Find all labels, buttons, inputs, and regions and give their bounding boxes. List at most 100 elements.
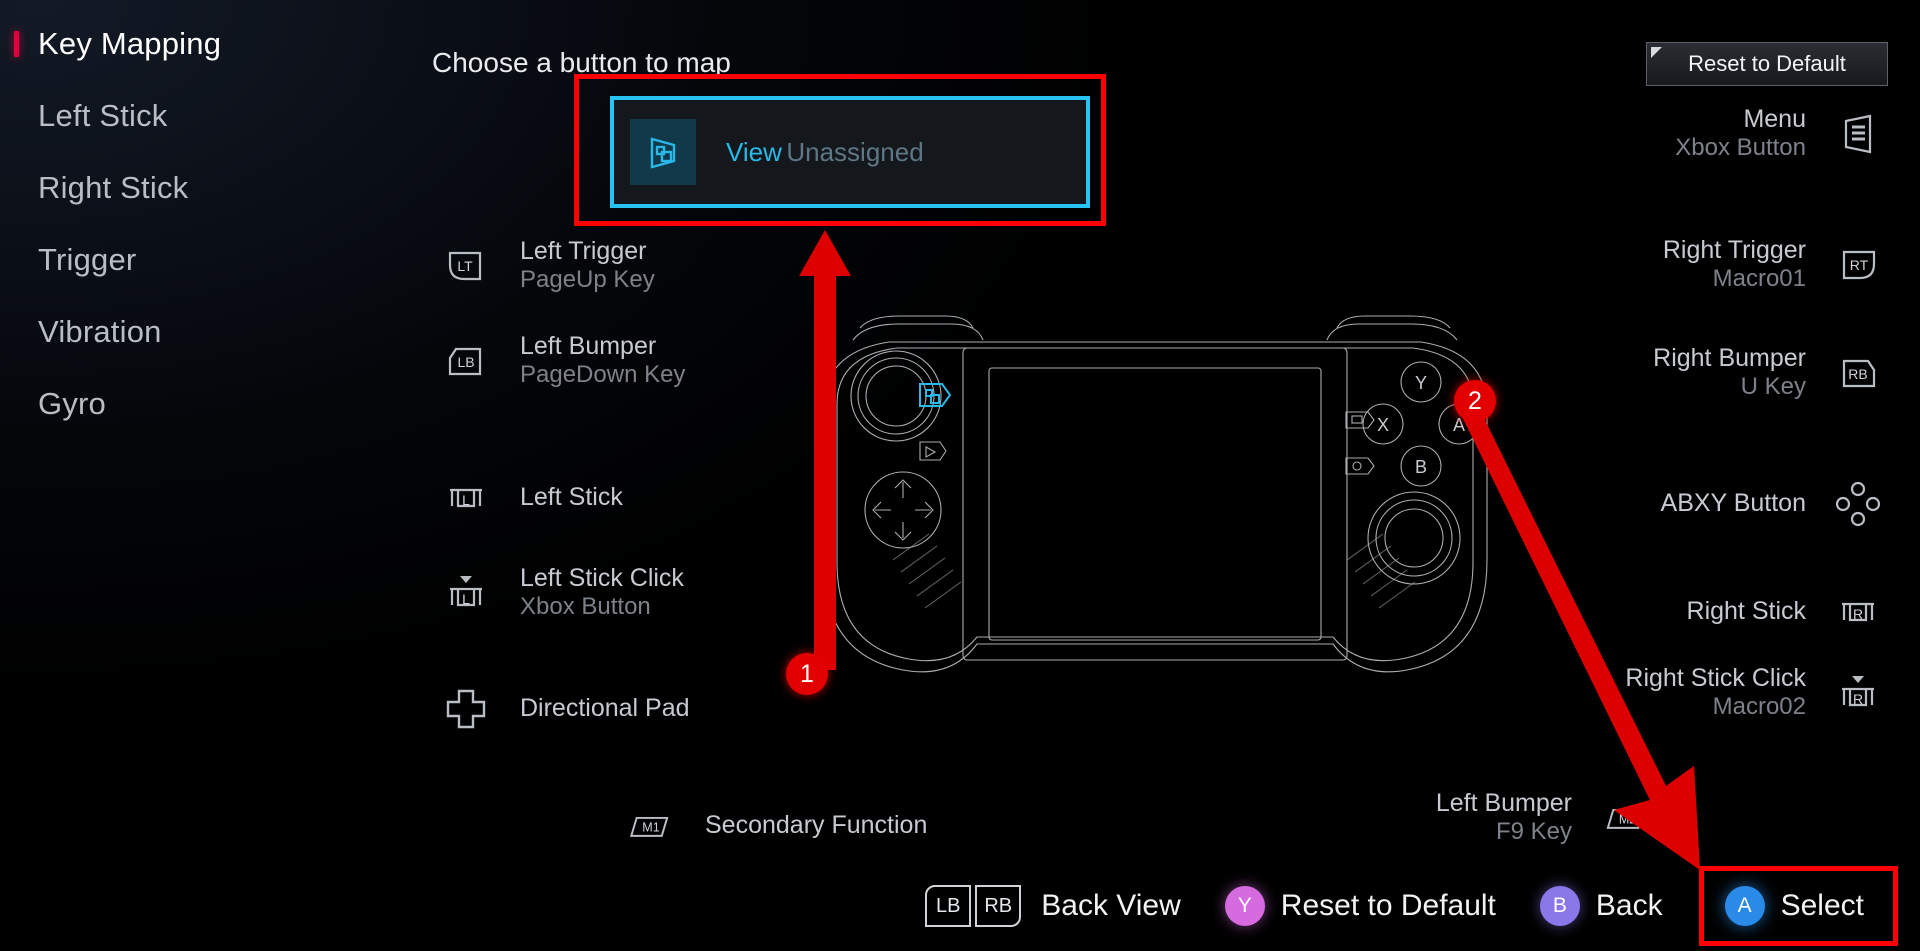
map-row-subtitle: Macro01 (1712, 264, 1806, 292)
selected-card-title: View (726, 136, 782, 167)
map-row-title: Right Trigger (1662, 236, 1806, 264)
svg-text:R: R (1853, 691, 1863, 707)
svg-text:RB: RB (1848, 366, 1867, 382)
map-row-right-bumper[interactable]: Right Bumper U Key RB (1653, 344, 1884, 401)
map-row-secondary-function[interactable]: M1 Secondary Function (625, 800, 927, 852)
map-row-abxy-button[interactable]: ABXY Button (1661, 478, 1884, 530)
back-view-label: Back View (1041, 889, 1181, 922)
map-row-title: Left Stick (520, 483, 623, 512)
lt-trigger-icon: LT (440, 240, 492, 292)
map-row-title: ABXY Button (1660, 489, 1806, 518)
map-row-left-stick[interactable]: L Left Stick (440, 472, 623, 524)
focus-corner-icon (1651, 47, 1662, 58)
map-row-title: Left Stick Click (520, 564, 684, 592)
map-row-right-stick-click[interactable]: Right Stick Click Macro02 R (1625, 664, 1884, 721)
key-mapping-screen: Key Mapping Left Stick Right Stick Trigg… (0, 0, 1920, 951)
abxy-icon (1832, 478, 1884, 530)
map-row-title: Right Stick Click (1625, 664, 1806, 692)
sidebar-item-right-stick[interactable]: Right Stick (0, 152, 420, 224)
map-row-subtitle: PageUp Key (520, 265, 655, 293)
annotation-badge-2: 2 (1454, 380, 1496, 422)
annotation-badge-1: 1 (786, 653, 828, 695)
map-row-title: Left Trigger (520, 237, 647, 265)
map-row-menu[interactable]: Menu Xbox Button (1675, 105, 1884, 162)
reset-to-default-button[interactable]: Reset to Default (1646, 42, 1888, 86)
b-button-icon: B (1539, 886, 1580, 926)
map-row-left-stick-click[interactable]: L Left Stick Click Xbox Button (440, 564, 684, 621)
rb-keycap-icon: RB (975, 885, 1022, 927)
dpad-icon (440, 683, 492, 735)
svg-text:Y: Y (1415, 373, 1427, 393)
svg-text:B: B (1415, 457, 1427, 477)
active-marker (14, 31, 19, 57)
left-stick-click-icon: L (440, 567, 492, 619)
sidebar-item-label: Trigger (38, 242, 137, 277)
lb-keycap-icon: LB (925, 885, 972, 927)
svg-text:M2: M2 (1619, 812, 1636, 826)
device-illustration: Y X A B (822, 315, 1488, 673)
m2-icon: M2 (1598, 792, 1650, 844)
sidebar-item-label: Left Stick (38, 98, 168, 133)
bottom-action-bar: LB RB Back View Y Reset to Default B Bac… (0, 861, 1920, 951)
map-row-subtitle: F9 Key (1495, 817, 1572, 845)
selected-button-card-group: View Unassigned (574, 74, 1106, 226)
sidebar-item-label: Right Stick (38, 170, 189, 205)
map-row-title: Right Stick (1686, 597, 1806, 626)
sidebar-item-key-mapping[interactable]: Key Mapping (0, 8, 420, 80)
reset-to-default-label: Reset to Default (1280, 889, 1496, 922)
select-action[interactable]: A Select (1698, 866, 1898, 946)
map-row-subtitle: Xbox Button (520, 592, 651, 620)
back-action[interactable]: B Back (1539, 886, 1663, 926)
a-button-icon: A (1724, 886, 1765, 926)
sidebar-item-trigger[interactable]: Trigger (0, 224, 420, 296)
map-row-directional-pad[interactable]: Directional Pad (440, 683, 690, 735)
svg-text:LT: LT (457, 258, 473, 274)
map-row-right-trigger[interactable]: Right Trigger Macro01 RT (1662, 236, 1884, 293)
right-stick-icon: R (1832, 586, 1884, 638)
map-row-subtitle: Macro02 (1712, 692, 1806, 720)
map-row-left-trigger[interactable]: LT Left Trigger PageUp Key (440, 237, 655, 294)
sidebar-item-left-stick[interactable]: Left Stick (0, 80, 420, 152)
map-row-subtitle: Xbox Button (1675, 133, 1806, 161)
svg-text:L: L (462, 492, 470, 508)
map-row-title: Menu (1743, 105, 1806, 133)
reset-to-default-label: Reset to Default (1688, 51, 1846, 76)
left-stick-icon: L (440, 472, 492, 524)
map-row-title: Secondary Function (705, 811, 928, 840)
svg-text:X: X (1377, 415, 1389, 435)
sidebar-item-label: Gyro (38, 386, 106, 421)
sidebar-item-gyro[interactable]: Gyro (0, 368, 420, 440)
sidebar-item-label: Vibration (38, 314, 162, 349)
sidebar-item-vibration[interactable]: Vibration (0, 296, 420, 368)
map-row-left-bumper-m2[interactable]: Left Bumper F9 Key M2 (1435, 789, 1650, 846)
svg-text:R: R (1853, 606, 1863, 622)
map-row-right-stick[interactable]: Right Stick R (1687, 586, 1884, 638)
selected-card-subtitle: Unassigned (786, 136, 924, 167)
svg-text:M1: M1 (642, 820, 659, 834)
back-view-action[interactable]: LB RB Back View (925, 885, 1181, 927)
map-row-left-bumper[interactable]: LB Left Bumper PageDown Key (440, 332, 686, 389)
svg-text:LB: LB (457, 354, 474, 370)
sidebar-item-label: Key Mapping (38, 26, 222, 61)
right-stick-click-icon: R (1832, 667, 1884, 719)
m1-icon: M1 (625, 800, 677, 852)
map-row-subtitle: PageDown Key (520, 360, 686, 388)
select-label: Select (1780, 889, 1864, 922)
view-window-icon (630, 119, 696, 185)
rb-bumper-icon: RB (1832, 347, 1884, 399)
svg-text:L: L (462, 591, 470, 607)
rt-trigger-icon: RT (1832, 239, 1884, 291)
y-button-icon: Y (1224, 886, 1265, 926)
menu-icon (1832, 108, 1884, 160)
map-row-subtitle: U Key (1740, 372, 1806, 400)
annotation-arrow-1 (799, 230, 851, 670)
sidebar: Key Mapping Left Stick Right Stick Trigg… (0, 0, 420, 951)
map-row-title: Directional Pad (520, 694, 690, 723)
selected-button-card[interactable]: View Unassigned (610, 96, 1090, 208)
map-row-title: Left Bumper (520, 332, 657, 360)
reset-to-default-action[interactable]: Y Reset to Default (1224, 886, 1496, 926)
map-row-title: Right Bumper (1653, 344, 1806, 372)
svg-text:RT: RT (1850, 257, 1869, 273)
lb-bumper-icon: LB (440, 335, 492, 387)
map-row-title: Left Bumper (1435, 789, 1572, 817)
